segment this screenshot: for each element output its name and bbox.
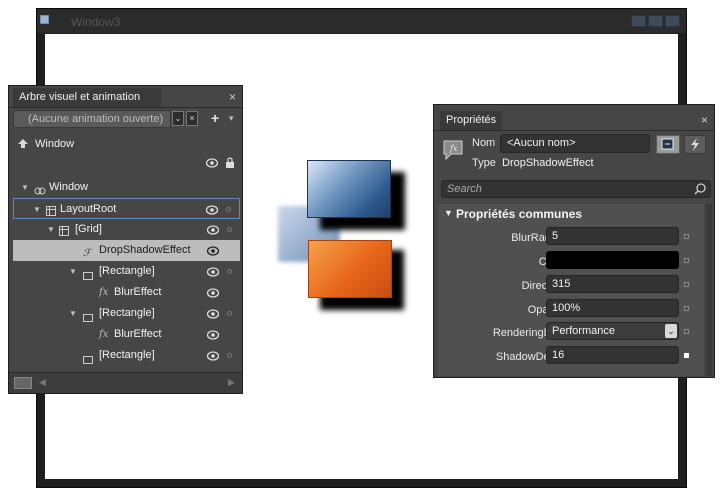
- close-icon[interactable]: ×: [701, 113, 708, 127]
- scroll-right-icon[interactable]: ▶: [228, 377, 235, 388]
- expand-arrow-icon[interactable]: ▼: [33, 199, 41, 220]
- svg-text:fx: fx: [449, 144, 458, 153]
- eye-icon[interactable]: [205, 202, 219, 215]
- type-label: Type: [472, 157, 496, 169]
- tree-node-window[interactable]: ▼ Window: [13, 177, 240, 198]
- expand-arrow-icon[interactable]: ▼: [69, 261, 77, 282]
- lock-dot[interactable]: [227, 311, 232, 316]
- close-window-button[interactable]: [665, 15, 680, 27]
- designer-window-title: Window3: [71, 15, 121, 29]
- tree-panel-footer: ◀ ▶: [9, 372, 242, 393]
- tree-node-label: [Rectangle]: [99, 265, 155, 277]
- search-icon: [694, 183, 706, 198]
- close-icon[interactable]: ×: [229, 90, 236, 104]
- eye-icon[interactable]: [206, 285, 220, 298]
- prop-field-direction[interactable]: 315: [546, 275, 679, 293]
- scope-up-icon[interactable]: [17, 139, 29, 152]
- prop-select-renderingbias[interactable]: Performance: [546, 322, 679, 340]
- expand-arrow-icon[interactable]: ▼: [21, 177, 29, 198]
- layers-icon[interactable]: [14, 377, 32, 389]
- eye-icon[interactable]: [206, 243, 220, 256]
- fx-icon: fx: [99, 287, 109, 298]
- expand-arrow-icon[interactable]: ▼: [69, 303, 77, 324]
- fx-icon: fx: [99, 329, 109, 340]
- prop-field-opacity[interactable]: 100%: [546, 299, 679, 317]
- collapse-arrow-icon[interactable]: ▼: [444, 208, 453, 218]
- orange-rectangle[interactable]: [308, 240, 392, 298]
- tree-node-label: LayoutRoot: [60, 203, 117, 215]
- window-icon: [40, 15, 49, 24]
- designer-titlebar: Window3: [37, 9, 686, 33]
- eye-icon[interactable]: [206, 222, 220, 235]
- search-input[interactable]: Search: [441, 180, 711, 198]
- lock-dot[interactable]: [227, 269, 232, 274]
- tab-visual-tree[interactable]: Arbre visuel et animation: [13, 88, 161, 107]
- tree-node-label: [Grid]: [75, 223, 102, 235]
- add-icon[interactable]: +: [211, 110, 219, 126]
- tree-node-label: BlurEffect: [114, 286, 162, 298]
- property-marker[interactable]: [684, 234, 689, 239]
- property-marker[interactable]: [684, 306, 689, 311]
- expand-arrow-icon[interactable]: ▼: [47, 219, 55, 240]
- prop-field-color[interactable]: [546, 251, 679, 269]
- property-marker[interactable]: [684, 329, 689, 334]
- section-title: Propriétés communes: [456, 207, 583, 221]
- property-marker[interactable]: [684, 282, 689, 287]
- tree-node-rectangle[interactable]: ▼ [Rectangle]: [13, 261, 240, 282]
- property-marker-set[interactable]: [684, 353, 689, 358]
- speech-bubble-icon: fx: [442, 139, 464, 164]
- blue-rectangle[interactable]: [307, 160, 391, 218]
- tree-node-label: Window: [49, 181, 89, 193]
- tree-node-rectangle[interactable]: [Rectangle]: [13, 345, 240, 366]
- name-field[interactable]: <Aucun nom>: [500, 134, 650, 153]
- eye-icon[interactable]: [205, 158, 219, 171]
- prop-field-shadowdepth[interactable]: 16: [546, 346, 679, 364]
- minimize-button[interactable]: [631, 15, 646, 27]
- tab-properties[interactable]: Propriétés: [440, 111, 502, 130]
- tree-node-dropshadoweffect[interactable]: ℱ DropShadowEffect: [13, 240, 240, 261]
- tree-node-label: [Rectangle]: [99, 349, 155, 361]
- tree-node-grid[interactable]: ▼ [Grid]: [13, 219, 240, 240]
- properties-view-button[interactable]: [656, 135, 680, 154]
- maximize-button[interactable]: [648, 15, 663, 27]
- eye-icon[interactable]: [206, 348, 220, 361]
- lock-dot[interactable]: [226, 207, 231, 212]
- tree-node-label: BlurEffect: [114, 328, 162, 340]
- tree-node-blureffect[interactable]: fx BlurEffect: [13, 324, 240, 345]
- property-marker[interactable]: [684, 258, 689, 263]
- chevron-down-icon[interactable]: ⌄: [172, 111, 184, 126]
- name-label: Nom: [472, 137, 496, 149]
- tree-node-rectangle[interactable]: ▼ [Rectangle]: [13, 303, 240, 324]
- lock-dot[interactable]: [227, 227, 232, 232]
- prop-field-blurradius[interactable]: 5: [546, 227, 679, 245]
- tree-node-layoutroot[interactable]: ▼ LayoutRoot: [13, 198, 240, 219]
- animation-combo[interactable]: (Aucune animation ouverte): [13, 110, 171, 128]
- rectangle-icon: [83, 351, 93, 372]
- eye-icon[interactable]: [206, 264, 220, 277]
- eye-icon[interactable]: [206, 327, 220, 340]
- type-value: DropShadowEffect: [502, 157, 594, 169]
- events-view-button[interactable]: [684, 135, 706, 154]
- chevron-down-icon[interactable]: ⌄: [665, 324, 677, 338]
- scroll-left-icon[interactable]: ◀: [39, 377, 46, 388]
- lock-dot[interactable]: [227, 353, 232, 358]
- tree-node-blureffect[interactable]: fx BlurEffect: [13, 282, 240, 303]
- properties-scrollbar[interactable]: [706, 204, 712, 376]
- properties-panel: Propriétés × fx Nom <Aucun nom> Type Dro…: [433, 104, 715, 378]
- tree-node-label: DropShadowEffect: [99, 244, 191, 256]
- tree-node-label: [Rectangle]: [99, 307, 155, 319]
- close-animation-icon[interactable]: ×: [186, 111, 198, 126]
- eye-icon[interactable]: [206, 306, 220, 319]
- visual-tree-panel: Arbre visuel et animation × (Aucune anim…: [8, 85, 243, 394]
- dropdown-arrow-icon[interactable]: ▾: [229, 113, 234, 124]
- scope-root-label: Window: [35, 138, 75, 150]
- canvas-artwork: [270, 158, 410, 310]
- lock-icon[interactable]: [225, 157, 235, 172]
